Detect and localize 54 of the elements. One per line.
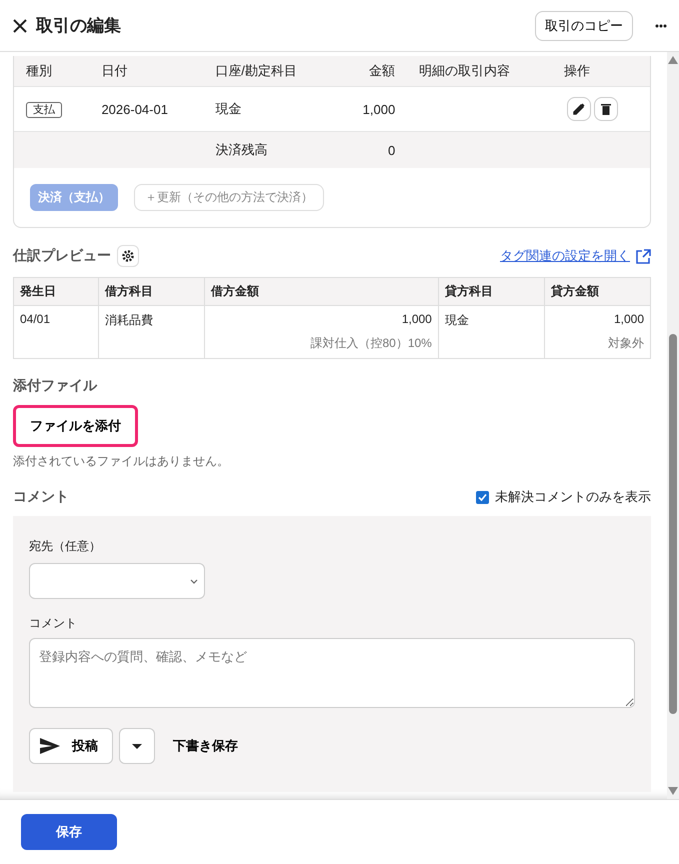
filter-label: 未解決コメントのみを表示 (495, 488, 651, 506)
comment-field[interactable]: 登録内容への質問、確認、メモなど (29, 638, 635, 708)
section-title: コメント (13, 488, 69, 506)
type-badge: 支払 (26, 102, 62, 118)
field-label: 宛先（任意） (29, 538, 102, 555)
date-cell: 04/01 (14, 306, 99, 332)
account-cell: 消耗品費 (98, 306, 205, 332)
dropdown-button[interactable] (119, 728, 155, 764)
column-header: 発生日 (14, 278, 99, 306)
gear-icon (121, 249, 135, 263)
tax-cell: 課対仕入（控80）10% (204, 332, 438, 358)
column-header: 種別 (14, 56, 90, 86)
trash-icon (600, 103, 611, 115)
chevron-down-icon (190, 578, 198, 584)
column-header: 明細の取引内容 (407, 56, 552, 86)
update-button[interactable]: ＋更新（その他の方法で決済） (134, 184, 324, 211)
amount-cell: 1,000 (204, 306, 438, 332)
field-label: コメント (29, 615, 78, 632)
amount-cell: 1,000 (544, 306, 650, 332)
account-cell: 現金 (438, 306, 544, 332)
send-icon (40, 738, 60, 754)
scroll-up-icon[interactable] (668, 56, 678, 64)
pencil-icon (572, 103, 585, 115)
save-draft-button[interactable]: 下書き保存 (167, 736, 244, 756)
edit-button[interactable] (566, 97, 591, 121)
column-header: 操作 (552, 56, 650, 86)
column-header: 口座/勘定科目 (203, 56, 336, 86)
empty-message: 添付されているファイルはありません。 (13, 453, 230, 470)
caret-icon (132, 744, 142, 748)
attach-file-button[interactable]: ファイルを添付 (13, 405, 138, 447)
section-title: 添付ファイル (13, 377, 98, 395)
more-icon[interactable] (655, 24, 667, 28)
external-link-icon[interactable] (636, 248, 651, 264)
section-title: 仕訳プレビュー (13, 247, 111, 265)
column-header: 貸方金額 (544, 278, 650, 306)
post-button[interactable]: 投稿 (29, 728, 113, 764)
tax-cell: 対象外 (544, 332, 650, 358)
column-header: 日付 (89, 56, 204, 86)
column-header: 借方金額 (204, 278, 438, 306)
scrollbar[interactable] (667, 52, 679, 799)
copy-button[interactable]: 取引のコピー (535, 10, 633, 40)
column-header: 借方科目 (98, 278, 205, 306)
close-icon[interactable] (12, 18, 28, 34)
filter-checkbox[interactable] (476, 490, 489, 504)
column-header: 貸方科目 (438, 278, 544, 306)
settings-button[interactable] (117, 245, 139, 267)
delete-button[interactable] (594, 97, 618, 121)
balance-label: 決済残高 (203, 132, 336, 168)
balance-amount: 0 (336, 132, 408, 168)
page-title: 取引の編集 (36, 15, 122, 37)
tag-settings-link[interactable]: タグ関連の設定を開く (500, 247, 630, 265)
scroll-down-icon[interactable] (668, 787, 678, 795)
save-button[interactable]: 保存 (21, 814, 117, 850)
column-header: 金額 (336, 56, 408, 86)
